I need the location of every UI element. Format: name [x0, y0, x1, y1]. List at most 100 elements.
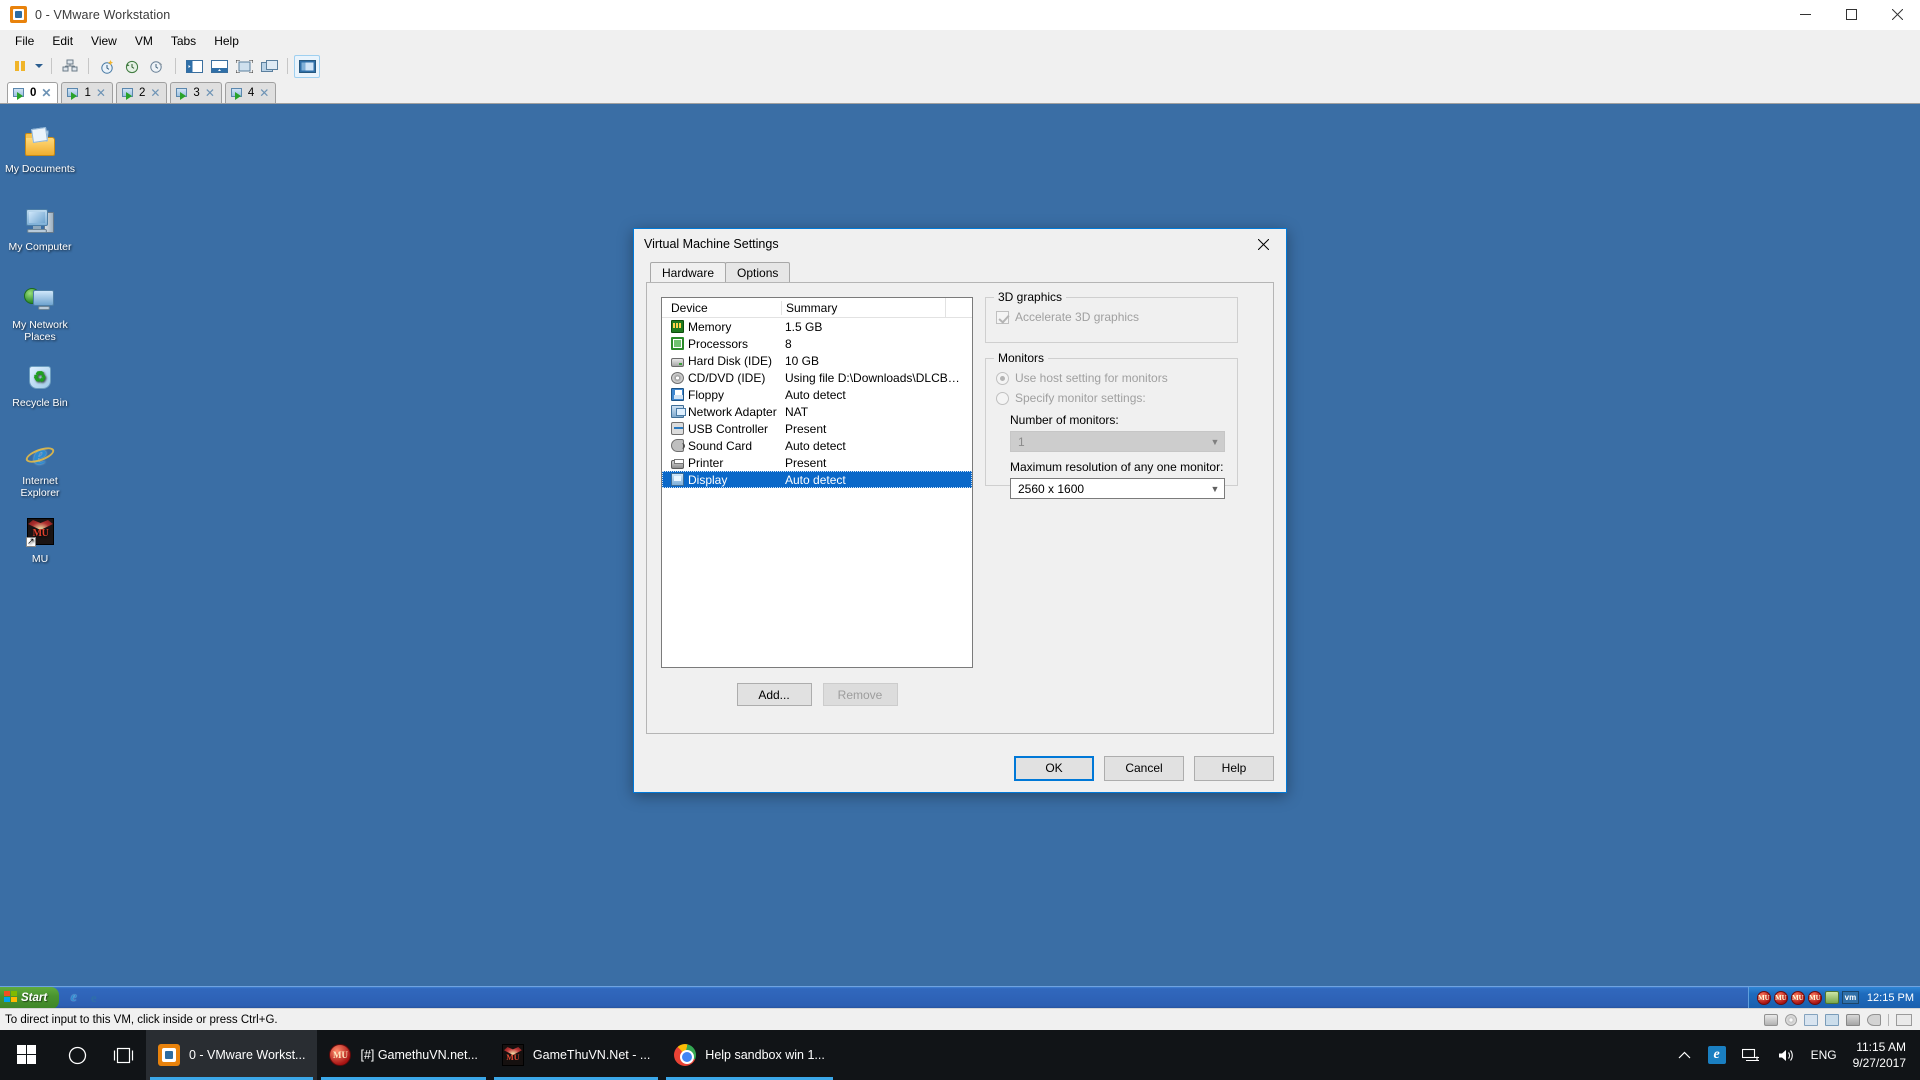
toolbar-separator: [287, 58, 288, 74]
desktop-icon-label: Recycle Bin: [2, 397, 78, 409]
usb-controller-icon: [671, 422, 684, 435]
vmware-tools-icon[interactable]: [1825, 991, 1839, 1004]
menu-vm[interactable]: VM: [126, 31, 162, 52]
host-clock[interactable]: 11:15 AM 9/27/2017: [1845, 1030, 1920, 1080]
taskbar-item-gamethuvn[interactable]: [#] GamethuVN.net...: [317, 1030, 489, 1080]
menu-file[interactable]: File: [6, 31, 43, 52]
full-screen-icon[interactable]: [232, 55, 256, 78]
vm-tab-1[interactable]: 1 ✕: [61, 82, 112, 103]
power-dropdown-caret[interactable]: [33, 55, 45, 78]
table-row[interactable]: Printer Present: [662, 454, 972, 471]
menu-help[interactable]: Help: [205, 31, 248, 52]
maximize-button[interactable]: [1828, 0, 1874, 30]
sound-icon[interactable]: [1867, 1014, 1881, 1026]
vm-tab-3[interactable]: 3 ✕: [170, 82, 221, 103]
ok-button[interactable]: OK: [1014, 756, 1094, 781]
network-icon[interactable]: [1825, 1014, 1839, 1026]
guest-clock[interactable]: 12:15 PM: [1867, 992, 1914, 1004]
tab-options[interactable]: Options: [725, 262, 790, 283]
table-row[interactable]: USB Controller Present: [662, 420, 972, 437]
take-snapshot-icon[interactable]: [95, 55, 119, 78]
table-row[interactable]: Hard Disk (IDE) 10 GB: [662, 352, 972, 369]
mu-tray-icon[interactable]: [1774, 991, 1788, 1005]
guest-start-button[interactable]: Start: [0, 987, 59, 1009]
vm-tray-icon[interactable]: vm: [1842, 991, 1859, 1004]
tab-hardware[interactable]: Hardware: [650, 262, 726, 284]
floppy-icon[interactable]: [1804, 1014, 1818, 1026]
host-taskbar: 0 - VMware Workst... [#] GamethuVN.net..…: [0, 1030, 1920, 1080]
specify-monitor-settings-radio: [996, 392, 1009, 405]
mu-tray-icon[interactable]: [1757, 991, 1771, 1005]
tray-network[interactable]: [1734, 1030, 1769, 1080]
internet-explorer-icon[interactable]: e: [66, 990, 81, 1005]
table-row-selected[interactable]: Display Auto detect: [662, 471, 972, 488]
close-tab-icon[interactable]: ✕: [95, 87, 107, 99]
show-hide-thumbnails-icon[interactable]: [207, 55, 231, 78]
cd-dvd-icon[interactable]: [1785, 1014, 1797, 1026]
cortana-search-button[interactable]: [54, 1030, 100, 1080]
show-hide-sidebar-icon[interactable]: [182, 55, 206, 78]
mu-tray-icon[interactable]: [1808, 991, 1822, 1005]
taskbar-item-label: [#] GamethuVN.net...: [360, 1048, 477, 1062]
power-pause-icon[interactable]: [8, 55, 32, 78]
close-button[interactable]: [1874, 0, 1920, 30]
launch-ie-icon[interactable]: e: [86, 990, 101, 1005]
show-hidden-icons-button[interactable]: [1670, 1030, 1700, 1080]
minimize-button[interactable]: [1782, 0, 1828, 30]
desktop-icon-internet-explorer[interactable]: e Internet Explorer: [2, 438, 78, 499]
table-row[interactable]: Memory 1.5 GB: [662, 318, 972, 335]
close-tab-icon[interactable]: ✕: [258, 87, 270, 99]
column-header-device[interactable]: Device: [662, 301, 781, 315]
message-log-icon[interactable]: [1896, 1014, 1912, 1026]
windows-start-button[interactable]: [0, 1030, 54, 1080]
device-summary: NAT: [781, 405, 972, 419]
menu-edit[interactable]: Edit: [43, 31, 82, 52]
manage-snapshots-icon[interactable]: [58, 55, 82, 78]
close-tab-icon[interactable]: ✕: [204, 87, 216, 99]
tray-language[interactable]: ENG: [1803, 1030, 1845, 1080]
printer-icon[interactable]: [1846, 1014, 1860, 1026]
unity-mode-icon[interactable]: [257, 55, 281, 78]
tray-internet-explorer[interactable]: e: [1700, 1030, 1734, 1080]
desktop-icon-recycle-bin[interactable]: ♻ Recycle Bin: [2, 360, 78, 409]
desktop-icon-my-computer[interactable]: My Computer: [2, 204, 78, 253]
vm-tab-0[interactable]: 0 ✕: [7, 82, 58, 103]
hard-disk-icon[interactable]: [1764, 1014, 1778, 1026]
revert-snapshot-icon[interactable]: [120, 55, 144, 78]
desktop-icon-my-documents[interactable]: My Documents: [2, 126, 78, 175]
desktop-icon-mu[interactable]: MU MU: [2, 516, 78, 565]
cancel-button[interactable]: Cancel: [1104, 756, 1184, 781]
add-device-button[interactable]: Add...: [737, 683, 812, 706]
tray-volume[interactable]: [1769, 1030, 1803, 1080]
toolbar-separator: [175, 58, 176, 74]
mu-tray-icon[interactable]: [1791, 991, 1805, 1005]
dialog-close-button[interactable]: [1241, 230, 1286, 259]
table-row[interactable]: Processors 8: [662, 335, 972, 352]
chevron-down-icon[interactable]: ▼: [1206, 484, 1224, 494]
device-list[interactable]: Device Summary Memory 1.5 GB Processors …: [661, 297, 973, 668]
desktop-icon-my-network-places[interactable]: My Network Places: [2, 282, 78, 343]
dialog-titlebar: Virtual Machine Settings: [634, 229, 1286, 259]
taskbar-item-chrome[interactable]: Help sandbox win 1...: [662, 1030, 837, 1080]
max-resolution-dropdown[interactable]: 2560 x 1600 ▼: [1010, 478, 1225, 499]
vm-tab-2[interactable]: 2 ✕: [116, 82, 167, 103]
max-resolution-value: 2560 x 1600: [1018, 482, 1084, 496]
console-view-icon[interactable]: [294, 55, 320, 78]
close-tab-icon[interactable]: ✕: [149, 87, 161, 99]
vm-tab-4[interactable]: 4 ✕: [225, 82, 276, 103]
taskbar-item-gamethuvn-net[interactable]: MU GameThuVN.Net - ...: [490, 1030, 662, 1080]
taskbar-item-vmware[interactable]: 0 - VMware Workst...: [146, 1030, 317, 1080]
table-row[interactable]: Network Adapter NAT: [662, 403, 972, 420]
task-view-button[interactable]: [100, 1030, 146, 1080]
menu-tabs[interactable]: Tabs: [162, 31, 205, 52]
menu-bar: File Edit View VM Tabs Help: [0, 30, 1920, 52]
close-tab-icon[interactable]: ✕: [40, 87, 52, 99]
table-row[interactable]: CD/DVD (IDE) Using file D:\Downloads\DLC…: [662, 369, 972, 386]
column-header-summary[interactable]: Summary: [781, 301, 945, 315]
specify-monitor-settings-row: Specify monitor settings:: [996, 391, 1227, 405]
menu-view[interactable]: View: [82, 31, 126, 52]
help-button[interactable]: Help: [1194, 756, 1274, 781]
table-row[interactable]: Sound Card Auto detect: [662, 437, 972, 454]
table-row[interactable]: Floppy Auto detect: [662, 386, 972, 403]
snapshot-manager-icon[interactable]: [145, 55, 169, 78]
